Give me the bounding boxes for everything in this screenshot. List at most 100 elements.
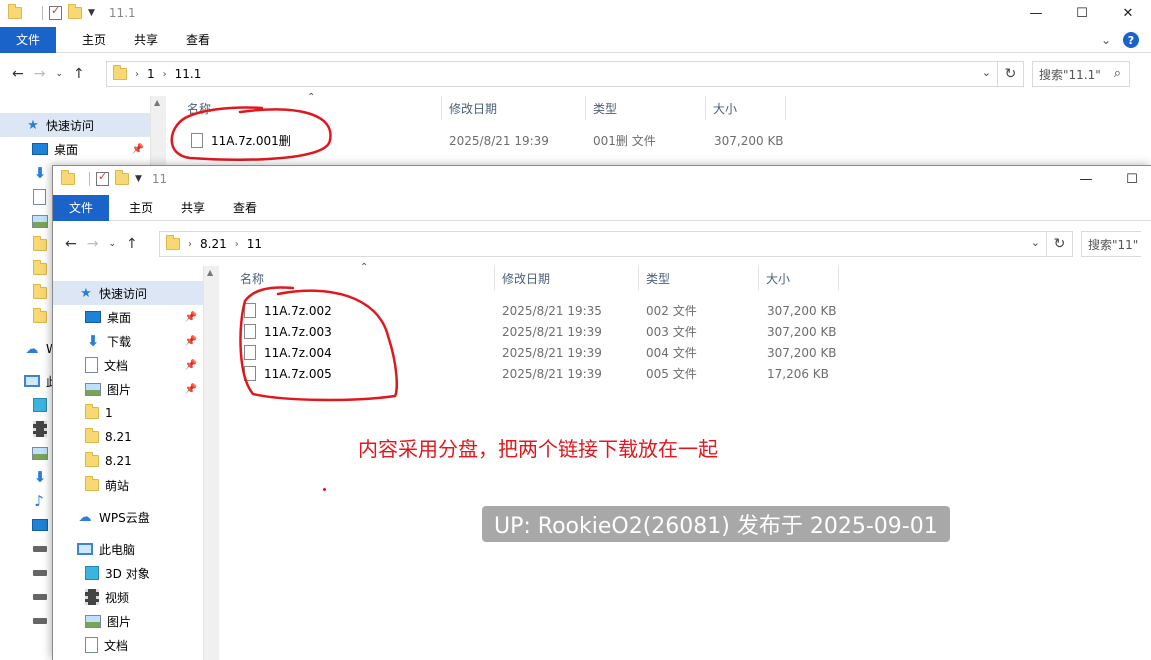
- recent-locations-icon[interactable]: ⌄: [108, 239, 116, 249]
- properties-icon[interactable]: [96, 170, 109, 186]
- file-row[interactable]: 11A.7z.004 2025/8/21 19:39 004 文件 307,200 K…: [220, 342, 920, 363]
- column-header-size[interactable]: 大小: [766, 266, 790, 290]
- breadcrumb-item[interactable]: 11: [247, 237, 262, 251]
- file-type: 003 文件: [646, 325, 697, 339]
- breadcrumb-item[interactable]: 11.1: [175, 67, 202, 81]
- forward-arrow-icon[interactable]: →: [87, 236, 99, 252]
- nav-item[interactable]: ☁ WPS云盘: [53, 505, 203, 529]
- computer-icon: [77, 543, 93, 555]
- tab-share[interactable]: 共享: [120, 27, 172, 53]
- file-icon: [244, 366, 256, 381]
- breadcrumb-item[interactable]: 8.21: [200, 237, 227, 251]
- column-divider[interactable]: [758, 266, 759, 290]
- address-dropdown-icon[interactable]: ⌄: [982, 66, 991, 79]
- tab-file[interactable]: 文件: [53, 194, 110, 221]
- nav-item[interactable]: ★ 快速访问: [53, 281, 203, 305]
- new-folder-icon[interactable]: [68, 4, 82, 19]
- file-name: 11A.7z.003: [244, 324, 332, 339]
- close-button[interactable]: ✕: [1105, 0, 1151, 26]
- tab-file[interactable]: 文件: [0, 26, 57, 53]
- tab-view[interactable]: 查看: [219, 195, 271, 221]
- file-row[interactable]: 11A.7z.003 2025/8/21 19:39 003 文件 307,200 K…: [220, 321, 920, 342]
- file-size: 307,200 KB: [767, 303, 837, 318]
- folder-icon: [33, 236, 47, 251]
- nav-desktop[interactable]: 桌面 📌: [0, 137, 150, 161]
- column-header-type[interactable]: 类型: [646, 266, 670, 290]
- picture-icon: [85, 382, 101, 396]
- tab-share[interactable]: 共享: [167, 195, 219, 221]
- maximize-button[interactable]: ☐: [1109, 166, 1151, 192]
- forward-arrow-icon[interactable]: →: [34, 66, 46, 82]
- maximize-button[interactable]: ☐: [1059, 0, 1105, 26]
- address-bar[interactable]: › 1 › 11.1 ⌄: [106, 61, 998, 87]
- nav-item[interactable]: 8.21: [53, 425, 203, 449]
- nav-item[interactable]: 1: [53, 401, 203, 425]
- file-name-text: 11A.7z.005: [264, 366, 332, 381]
- column-divider[interactable]: [441, 96, 442, 120]
- properties-icon[interactable]: [49, 4, 62, 20]
- chevron-right-icon[interactable]: ›: [163, 69, 167, 80]
- search-input[interactable]: 搜索"11": [1081, 231, 1141, 257]
- back-arrow-icon[interactable]: ←: [12, 66, 24, 82]
- column-header-name[interactable]: 名称: [240, 266, 264, 290]
- nav-item[interactable]: 图片 📌: [53, 377, 203, 401]
- column-divider[interactable]: [585, 96, 586, 120]
- column-header-type[interactable]: 类型: [593, 96, 617, 120]
- nav-item[interactable]: 萌站: [53, 473, 203, 497]
- desktop-icon: [32, 519, 48, 531]
- nav-item[interactable]: 图片: [53, 609, 203, 633]
- file-name-text: 11A.7z.002: [264, 303, 332, 318]
- tab-home[interactable]: 主页: [68, 27, 120, 53]
- column-divider[interactable]: [785, 96, 786, 120]
- nav-item[interactable]: 文档 📌: [53, 353, 203, 377]
- address-dropdown-icon[interactable]: ⌄: [1031, 236, 1040, 249]
- column-header-date[interactable]: 修改日期: [502, 266, 550, 290]
- column-divider[interactable]: [638, 266, 639, 290]
- column-divider[interactable]: [838, 266, 839, 290]
- minimize-button[interactable]: —: [1013, 0, 1059, 26]
- breadcrumb-item[interactable]: 1: [147, 67, 155, 81]
- help-icon[interactable]: ?: [1123, 32, 1139, 48]
- file-row[interactable]: 11A.7z.001删 2025/8/21 19:39 001删 文件 307,…: [167, 130, 867, 151]
- nav-quick-access[interactable]: ★ 快速访问: [0, 113, 150, 137]
- tab-view[interactable]: 查看: [172, 27, 224, 53]
- search-input[interactable]: 搜索"11.1" ⌕: [1032, 61, 1130, 87]
- minimize-button[interactable]: —: [1063, 166, 1109, 192]
- tab-home[interactable]: 主页: [115, 195, 167, 221]
- scroll-up-icon[interactable]: ▲: [207, 268, 213, 277]
- file-row[interactable]: 11A.7z.005 2025/8/21 19:39 005 文件 17,206 KB: [220, 363, 920, 384]
- column-header-size[interactable]: 大小: [713, 96, 737, 120]
- folder-icon: [61, 170, 75, 185]
- column-header-date[interactable]: 修改日期: [449, 96, 497, 120]
- customize-quick-access-icon[interactable]: ▼: [135, 174, 142, 184]
- refresh-button[interactable]: ↻: [1047, 231, 1073, 257]
- chevron-right-icon[interactable]: ›: [235, 239, 239, 250]
- nav-scrollbar[interactable]: ▲: [203, 266, 219, 660]
- chevron-right-icon[interactable]: ›: [188, 239, 192, 250]
- up-arrow-icon[interactable]: ↑: [126, 236, 138, 252]
- up-arrow-icon[interactable]: ↑: [73, 66, 85, 82]
- nav-item[interactable]: 桌面 📌: [53, 305, 203, 329]
- column-divider[interactable]: [705, 96, 706, 120]
- chevron-right-icon[interactable]: ›: [135, 69, 139, 80]
- nav-item[interactable]: 视频: [53, 585, 203, 609]
- column-divider[interactable]: [494, 266, 495, 290]
- nav-item[interactable]: ⬇ 下载 📌: [53, 329, 203, 353]
- nav-item[interactable]: 3D 对象: [53, 561, 203, 585]
- nav-label: 萌站: [105, 478, 130, 493]
- scroll-up-icon[interactable]: ▲: [154, 98, 160, 107]
- customize-quick-access-icon[interactable]: ▼: [88, 8, 95, 18]
- nav-item[interactable]: 文档: [53, 633, 203, 657]
- nav-item[interactable]: 此电脑: [53, 537, 203, 561]
- address-bar[interactable]: › 8.21 › 11 ⌄: [159, 231, 1047, 257]
- nav-item[interactable]: 8.21: [53, 449, 203, 473]
- refresh-button[interactable]: ↻: [998, 61, 1024, 87]
- back-arrow-icon[interactable]: ←: [65, 236, 77, 252]
- expand-ribbon-icon[interactable]: ⌄: [1101, 33, 1111, 47]
- column-header-name[interactable]: 名称: [187, 96, 211, 120]
- file-name: 11A.7z.001删: [191, 132, 291, 149]
- file-type: 005 文件: [646, 367, 697, 381]
- new-folder-icon[interactable]: [115, 170, 129, 185]
- file-row[interactable]: 11A.7z.002 2025/8/21 19:35 002 文件 307,200 K…: [220, 300, 920, 321]
- recent-locations-icon[interactable]: ⌄: [55, 69, 63, 79]
